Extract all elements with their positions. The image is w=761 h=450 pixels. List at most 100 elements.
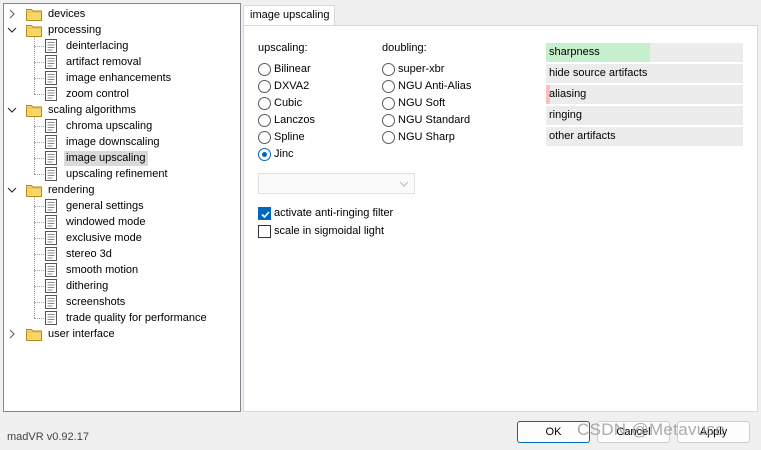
checkbox-label: activate anti-ringing filter	[274, 207, 394, 219]
tree-connector	[34, 286, 44, 287]
algorithm-option-dropdown[interactable]	[258, 173, 415, 194]
radio-circle	[258, 96, 271, 110]
radio-circle	[382, 96, 395, 110]
meter-hide-source-artifacts: hide source artifacts	[546, 64, 743, 83]
radio-jinc[interactable]: Jinc	[258, 146, 294, 162]
tree-item-label: trade quality for performance	[66, 311, 207, 324]
tree-item-label: smooth motion	[66, 263, 139, 276]
checkbox-box	[258, 224, 271, 238]
tree-item-label: upscaling refinement	[66, 167, 168, 180]
tree-folder-user-interface[interactable]: user interface	[26, 326, 117, 342]
tree-folder-devices[interactable]: devices	[26, 6, 87, 22]
tree-item-label: general settings	[66, 199, 144, 212]
radio-ngu-standard[interactable]: NGU Standard	[382, 112, 470, 128]
chevron-down-icon[interactable]	[7, 185, 17, 195]
chevron-right-icon[interactable]	[7, 9, 17, 19]
chevron-down-icon[interactable]	[7, 105, 17, 115]
tree-item-deinterlacing[interactable]: deinterlacing	[45, 38, 130, 54]
tree-item-image-upscaling[interactable]: image upscaling	[45, 150, 148, 166]
page-icon	[45, 279, 57, 293]
radio-label: Lanczos	[274, 114, 315, 126]
tree-item-exclusive-mode[interactable]: exclusive mode	[45, 230, 144, 246]
folder-icon	[26, 327, 42, 341]
tree-connector	[34, 222, 44, 223]
meter-label: other artifacts	[549, 130, 616, 142]
page-icon	[45, 87, 57, 101]
radio-ngu-sharp[interactable]: NGU Sharp	[382, 129, 455, 145]
page-icon	[45, 135, 57, 149]
tree-connector	[34, 62, 44, 63]
page-icon	[45, 119, 57, 133]
tree-item-artifact-removal[interactable]: artifact removal	[45, 54, 143, 70]
watermark: CSDN @Metavuse	[577, 420, 726, 439]
page-icon	[45, 215, 57, 229]
radio-label: NGU Soft	[398, 97, 446, 109]
settings-tree[interactable]: devices processing deinterlacing artifact r…	[3, 3, 241, 412]
meter-label: hide source artifacts	[549, 67, 648, 79]
tree-item-upscaling-refinement[interactable]: upscaling refinement	[45, 166, 170, 182]
tree-folder-processing[interactable]: processing	[26, 22, 103, 38]
radio-circle	[258, 79, 271, 93]
tree-item-screenshots[interactable]: screenshots	[45, 294, 127, 310]
meter-label: ringing	[549, 109, 583, 121]
meter-sharpness: sharpness	[546, 43, 743, 62]
tree-connector	[34, 78, 44, 79]
page-icon	[45, 231, 57, 245]
radio-label: DXVA2	[274, 80, 310, 92]
tree-item-trade-quality-for-performance[interactable]: trade quality for performance	[45, 310, 209, 326]
tree-item-label: scaling algorithms	[48, 103, 137, 116]
radio-circle	[258, 147, 271, 161]
upscaling-label: upscaling:	[258, 42, 308, 54]
folder-icon	[26, 103, 42, 117]
tree-item-general-settings[interactable]: general settings	[45, 198, 146, 214]
page-icon	[45, 39, 57, 53]
chevron-right-icon[interactable]	[7, 329, 17, 339]
radio-ngu-soft[interactable]: NGU Soft	[382, 95, 445, 111]
tree-item-windowed-mode[interactable]: windowed mode	[45, 214, 148, 230]
tree-connector	[34, 117, 35, 174]
doubling-label: doubling:	[382, 42, 427, 54]
folder-icon	[26, 183, 42, 197]
tree-item-label: windowed mode	[66, 215, 146, 228]
tab-image-upscaling[interactable]: image upscaling	[243, 5, 335, 26]
radio-ngu-anti-alias[interactable]: NGU Anti-Alias	[382, 78, 471, 94]
radio-lanczos[interactable]: Lanczos	[258, 112, 315, 128]
tree-folder-scaling-algorithms[interactable]: scaling algorithms	[26, 102, 138, 118]
radio-bilinear[interactable]: Bilinear	[258, 61, 311, 77]
radio-label: Bilinear	[274, 63, 311, 75]
radio-super-xbr[interactable]: super-xbr	[382, 61, 444, 77]
tree-item-label: rendering	[48, 183, 95, 196]
chevron-down-icon	[399, 179, 409, 191]
tree-item-stereo-3d[interactable]: stereo 3d	[45, 246, 114, 262]
tree-item-label: dithering	[66, 279, 109, 292]
quality-meters: sharpness hide source artifacts aliasing ri…	[546, 43, 743, 148]
meter-label: sharpness	[549, 46, 600, 58]
radio-label: Cubic	[274, 97, 303, 109]
tree-connector	[34, 94, 44, 95]
page-icon	[45, 295, 57, 309]
tree-item-zoom-control[interactable]: zoom control	[45, 86, 131, 102]
tree-item-chroma-upscaling[interactable]: chroma upscaling	[45, 118, 154, 134]
page-icon	[45, 71, 57, 85]
version-label: madVR v0.92.17	[7, 431, 89, 443]
checkbox-scale-in-sigmoidal-light[interactable]: scale in sigmoidal light	[258, 223, 384, 239]
tree-item-image-enhancements[interactable]: image enhancements	[45, 70, 173, 86]
meter-label: aliasing	[549, 88, 587, 100]
radio-dxva2[interactable]: DXVA2	[258, 78, 309, 94]
checkbox-box	[258, 206, 271, 220]
tree-item-label: artifact removal	[66, 55, 142, 68]
tree-item-smooth-motion[interactable]: smooth motion	[45, 262, 140, 278]
tree-connector	[34, 46, 44, 47]
tree-folder-rendering[interactable]: rendering	[26, 182, 96, 198]
tree-connector	[34, 206, 44, 207]
tree-connector	[34, 126, 44, 127]
radio-spline[interactable]: Spline	[258, 129, 305, 145]
checkbox-activate-anti-ringing-filter[interactable]: activate anti-ringing filter	[258, 205, 393, 221]
tree-item-image-downscaling[interactable]: image downscaling	[45, 134, 162, 150]
tree-item-dithering[interactable]: dithering	[45, 278, 110, 294]
tree-item-label: processing	[48, 23, 102, 36]
radio-cubic[interactable]: Cubic	[258, 95, 302, 111]
chevron-down-icon[interactable]	[7, 25, 17, 35]
tree-item-label: image enhancements	[66, 71, 172, 84]
tree-connector	[34, 238, 44, 239]
